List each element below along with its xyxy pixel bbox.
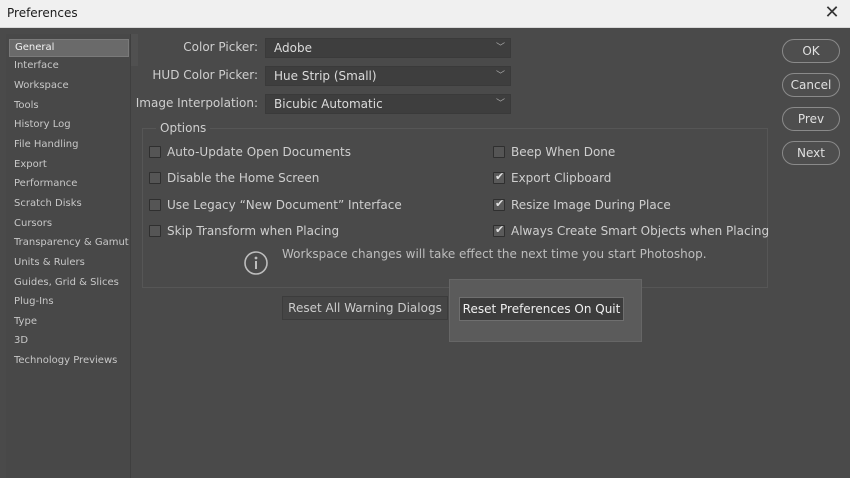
options-title: Options [156,121,211,135]
sidebar-item-plug-ins[interactable]: Plug-Ins [9,293,129,311]
sidebar-item-file-handling[interactable]: File Handling [9,136,129,154]
sidebar-item-cursors[interactable]: Cursors [9,215,129,233]
checkbox-box[interactable] [149,146,161,158]
sidebar-item-export[interactable]: Export [9,156,129,174]
color-picker-value: Adobe [274,41,312,55]
chevron-down-icon: ﹀ [495,71,505,81]
checkbox-label: Resize Image During Place [511,198,671,212]
prev-button[interactable]: Prev [782,107,840,131]
sidebar-item-interface[interactable]: Interface [9,57,129,75]
close-icon[interactable]: ✕ [820,2,844,26]
ok-button[interactable]: OK [782,39,840,63]
sidebar-item-general[interactable]: General [9,39,129,57]
checkbox-label: Auto-Update Open Documents [167,145,351,159]
sidebar-item-technology-previews[interactable]: Technology Previews [9,352,129,370]
next-button[interactable]: Next [782,141,840,165]
checkmark-icon: ✔ [495,170,505,183]
checkbox-label: Beep When Done [511,145,616,159]
color-picker-select[interactable]: Adobe ﹀ [265,38,511,58]
color-picker-label: Color Picker: [183,40,258,54]
sidebar-item-3d[interactable]: 3D [9,332,129,350]
checkbox-box[interactable] [149,172,161,184]
sidebar-item-units-rulers[interactable]: Units & Rulers [9,254,129,272]
sidebar-item-tools[interactable]: Tools [9,97,129,115]
info-message: Workspace changes will take effect the n… [282,247,707,261]
checkbox-label: Use Legacy “New Document” Interface [167,198,402,212]
reset-warning-dialogs-button[interactable]: Reset All Warning Dialogs [282,296,448,320]
sidebar-item-performance[interactable]: Performance [9,175,129,193]
sidebar-item-type[interactable]: Type [9,313,129,331]
cancel-button[interactable]: Cancel [782,73,840,97]
checkbox-box[interactable] [149,225,161,237]
image-interpolation-value: Bicubic Automatic [274,97,383,111]
checkmark-icon: ✔ [495,197,505,210]
checkbox-box[interactable]: ✔ [493,223,505,237]
window-title: Preferences [7,6,78,20]
checkbox-box[interactable] [493,146,505,158]
checkbox-label: Always Create Smart Objects when Placing [511,224,770,238]
checkmark-icon: ✔ [495,223,505,236]
info-icon [244,251,268,275]
title-bar: Preferences ✕ [0,0,850,28]
sidebar-item-history-log[interactable]: History Log [9,116,129,134]
hud-color-picker-value: Hue Strip (Small) [274,69,377,83]
sidebar-item-scratch-disks[interactable]: Scratch Disks [9,195,129,213]
checkbox-label: Skip Transform when Placing [167,224,340,238]
sidebar-item-workspace[interactable]: Workspace [9,77,129,95]
sidebar-item-transparency-gamut[interactable]: Transparency & Gamut [9,234,129,252]
chevron-down-icon: ﹀ [495,99,505,109]
hud-color-picker-label: HUD Color Picker: [152,68,258,82]
image-interpolation-label: Image Interpolation: [135,96,258,110]
checkbox-box[interactable] [149,199,161,211]
checkbox-box[interactable]: ✔ [493,197,505,211]
checkbox-label: Disable the Home Screen [167,171,320,185]
sidebar-item-guides-grid-slices[interactable]: Guides, Grid & Slices [9,274,129,292]
checkbox-box[interactable]: ✔ [493,170,505,184]
reset-preferences-button[interactable]: Reset Preferences On Quit [459,297,624,321]
chevron-down-icon: ﹀ [495,43,505,53]
image-interpolation-select[interactable]: Bicubic Automatic ﹀ [265,94,511,114]
checkbox-label: Export Clipboard [511,171,612,185]
sidebar: General Interface Workspace Tools Histor… [6,34,131,478]
hud-color-picker-select[interactable]: Hue Strip (Small) ﹀ [265,66,511,86]
